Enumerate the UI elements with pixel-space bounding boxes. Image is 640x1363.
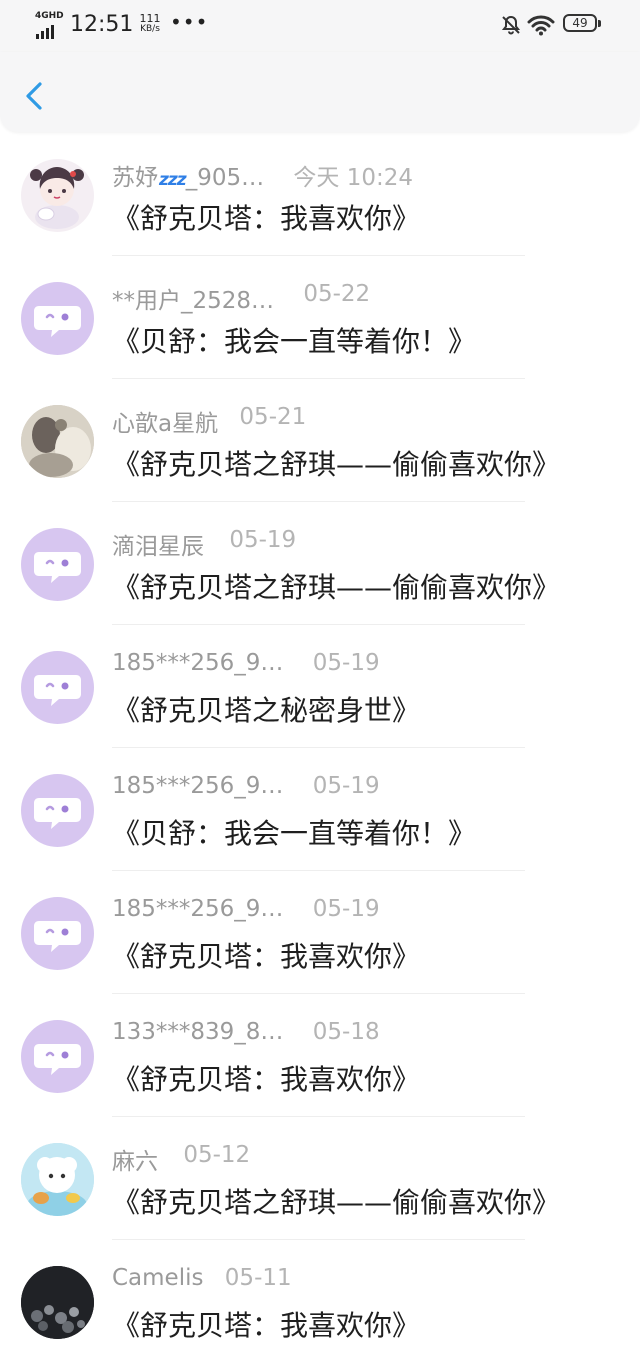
message-title: 《舒克贝塔之秘密身世》 (112, 694, 421, 727)
chat-bubble-icon (34, 306, 81, 337)
message-title: 《贝舒：我会一直等着你！》 (112, 325, 477, 358)
chat-bubble-icon (34, 921, 81, 952)
message-time: 05-19 (312, 650, 380, 676)
cartoon-sheep-avatar-icon (21, 1143, 94, 1216)
avatar[interactable] (21, 774, 94, 847)
message-title: 《舒克贝塔之舒琪——偷偷喜欢你》 (112, 571, 561, 604)
message-time: 05-21 (239, 404, 307, 430)
list-item[interactable]: 麻六 05-12 《舒克贝塔之舒琪——偷偷喜欢你》 (0, 1117, 640, 1240)
list-item[interactable]: 滴泪星辰 05-19 《舒克贝塔之舒琪——偷偷喜欢你》 (0, 502, 640, 625)
message-title: 《舒克贝塔：我喜欢你》 (112, 1063, 421, 1096)
more-notifications-icon: ••• (170, 10, 209, 34)
message-meta: **用户_2528… 05-22 (112, 281, 371, 314)
message-title: 《舒克贝塔之舒琪——偷偷喜欢你》 (112, 448, 561, 481)
message-time: 05-12 (183, 1142, 251, 1168)
avatar[interactable] (21, 897, 94, 970)
photo-avatar-icon (21, 405, 94, 478)
message-time: 05-19 (312, 773, 380, 799)
sender-name: 心歆a星航 (112, 411, 219, 437)
message-meta: 滴泪星辰 05-19 (112, 527, 297, 560)
battery-level: 49 (563, 14, 597, 32)
message-meta: 心歆a星航 05-21 (112, 404, 307, 437)
sender-name: 185***256_9… (112, 773, 284, 799)
message-meta: 133***839_8… 05-18 (112, 1019, 380, 1051)
message-title: 《贝舒：我会一直等着你！》 (112, 817, 477, 850)
message-meta: 185***256_9… 05-19 (112, 773, 380, 805)
network-speed-value: 111 (139, 12, 161, 25)
status-bar: 4GHD 12:51 111 KB/s ••• 49 (0, 0, 640, 52)
dark-flowers-avatar-icon (21, 1266, 94, 1339)
message-time: 05-22 (303, 281, 371, 307)
message-meta: 185***256_9… 05-19 (112, 650, 380, 682)
avatar[interactable] (21, 1266, 94, 1339)
avatar[interactable] (21, 1143, 94, 1216)
message-time: 05-11 (224, 1265, 292, 1291)
sender-name: Camelis (112, 1265, 204, 1291)
chat-bubble-icon (34, 675, 81, 706)
avatar[interactable] (21, 528, 94, 601)
network-speed: 111 KB/s (135, 13, 165, 35)
network-speed-unit: KB/s (140, 24, 160, 34)
clock: 12:51 (70, 12, 134, 37)
chevron-left-icon (26, 82, 42, 110)
avatar[interactable] (21, 405, 94, 478)
message-meta: 185***256_9… 05-19 (112, 896, 380, 928)
avatar[interactable] (21, 159, 94, 232)
avatar[interactable] (21, 1020, 94, 1093)
avatar[interactable] (21, 282, 94, 355)
battery-icon: 49 (563, 14, 603, 34)
navigation-bar (0, 52, 640, 132)
sender-name: 滴泪星辰 (112, 534, 204, 560)
list-item[interactable]: 133***839_8… 05-18 《舒克贝塔：我喜欢你》 (0, 994, 640, 1117)
message-meta: 麻六 05-12 (112, 1142, 251, 1175)
list-item[interactable]: **用户_2528… 05-22 《贝舒：我会一直等着你！》 (0, 256, 640, 379)
chat-bubble-icon (34, 552, 81, 583)
sender-name: 133***839_8… (112, 1019, 284, 1045)
list-item[interactable]: 185***256_9… 05-19 《贝舒：我会一直等着你！》 (0, 748, 640, 871)
chat-bubble-icon (34, 798, 81, 829)
message-title: 《舒克贝塔：我喜欢你》 (112, 202, 421, 235)
list-item[interactable]: 185***256_9… 05-19 《舒克贝塔：我喜欢你》 (0, 871, 640, 994)
message-title: 《舒克贝塔：我喜欢你》 (112, 1309, 421, 1342)
signal-icon: 4GHD (34, 11, 64, 39)
list-item[interactable]: Camelis 05-11 《舒克贝塔：我喜欢你》 (0, 1240, 640, 1363)
sleep-emoji-icon: zzz (159, 170, 187, 190)
list-item[interactable]: 心歆a星航 05-21 《舒克贝塔之舒琪——偷偷喜欢你》 (0, 379, 640, 502)
bell-off-icon (501, 15, 521, 35)
list-item[interactable]: 苏妤zzz_905… 今天 10:24 《舒克贝塔：我喜欢你》 (0, 133, 640, 256)
message-time: 今天 10:24 (293, 165, 413, 191)
message-time: 05-19 (312, 896, 380, 922)
network-type-label: 4GHD (35, 11, 64, 21)
wifi-icon (527, 15, 555, 36)
sender-name: 麻六 (112, 1149, 158, 1175)
sender-name-text: 苏妤 (112, 165, 158, 191)
sender-name: 185***256_9… (112, 896, 284, 922)
sender-name: 苏妤zzz_905… (112, 158, 264, 192)
message-title: 《舒克贝塔：我喜欢你》 (112, 940, 421, 973)
message-time: 05-19 (229, 527, 297, 553)
message-list: 苏妤zzz_905… 今天 10:24 《舒克贝塔：我喜欢你》 **用户_252… (0, 133, 640, 1363)
back-button[interactable] (18, 76, 54, 116)
anime-girl-avatar-icon (30, 167, 84, 229)
message-meta: 苏妤zzz_905… 今天 10:24 (112, 158, 413, 192)
message-time: 05-18 (312, 1019, 380, 1045)
avatar[interactable] (21, 651, 94, 724)
chat-bubble-icon (34, 1044, 81, 1075)
sender-name-suffix: _905… (185, 165, 265, 191)
message-title: 《舒克贝塔之舒琪——偷偷喜欢你》 (112, 1186, 561, 1219)
list-item[interactable]: 185***256_9… 05-19 《舒克贝塔之秘密身世》 (0, 625, 640, 748)
sender-name: **用户_2528… (112, 288, 275, 314)
sender-name: 185***256_9… (112, 650, 284, 676)
message-meta: Camelis 05-11 (112, 1265, 292, 1297)
